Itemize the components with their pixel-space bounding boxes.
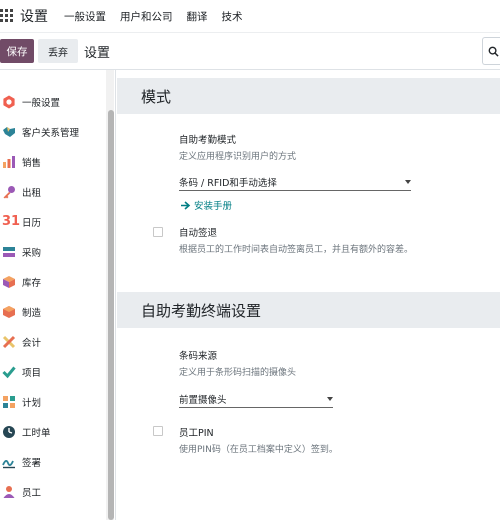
employee-pin-checkbox[interactable] — [153, 426, 163, 436]
auto-checkout-label: 自动签退 — [179, 228, 218, 239]
discard-button[interactable]: 丢弃 — [38, 39, 78, 63]
sidebar-item-label: 客户关系管理 — [22, 128, 80, 139]
calendar-icon: 31 — [2, 214, 21, 229]
settings-sidebar: 一般设置 客户关系管理 销售 出租 31 日历 采购 库存 制造 会计 项目 计… — [0, 70, 116, 520]
employee-pin-description: 使用PIN码（在员工档案中定义）签到。 — [179, 445, 338, 455]
sidebar-item-label: 项目 — [22, 368, 42, 379]
employees-icon — [3, 486, 15, 498]
menu-general-settings[interactable]: 一般设置 — [64, 9, 106, 24]
sidebar-scrollbar-thumb[interactable] — [108, 110, 114, 520]
sidebar-item-label: 日历 — [22, 218, 42, 229]
app-title[interactable]: 设置 — [20, 6, 48, 26]
sidebar-item-label: 库存 — [22, 278, 42, 289]
top-navbar: 设置 一般设置 用户和公司 翻译 技术 — [0, 0, 500, 33]
kiosk-mode-label: 自助考勤模式 — [179, 135, 237, 146]
menu-users-companies[interactable]: 用户和公司 — [120, 9, 173, 24]
auto-checkout-description: 根据员工的工作时间表自动签离员工，并且有额外的容差。 — [179, 245, 414, 255]
sidebar-item-inventory[interactable]: 库存 — [0, 270, 106, 294]
sidebar-item-label: 员工 — [22, 488, 42, 499]
section-header-mode: 模式 — [117, 78, 500, 114]
sidebar-item-manufacturing[interactable]: 制造 — [0, 300, 106, 324]
chevron-down-icon — [327, 397, 333, 401]
barcode-source-select[interactable]: 前置摄像头 — [179, 392, 333, 408]
sidebar-item-crm[interactable]: 客户关系管理 — [0, 120, 106, 144]
search-icon — [488, 46, 499, 57]
settings-content: 模式 自助考勤模式 定义应用程序识别用户的方式 条码 / RFID和手动选择 安… — [117, 70, 500, 520]
project-icon — [2, 366, 16, 379]
sidebar-item-label: 工时单 — [22, 428, 51, 439]
section-title: 模式 — [141, 88, 172, 106]
sidebar-item-label: 计划 — [22, 398, 42, 409]
inventory-icon — [3, 276, 15, 288]
sidebar-item-purchase[interactable]: 采购 — [0, 240, 106, 264]
kiosk-mode-value: 条码 / RFID和手动选择 — [179, 178, 277, 189]
search-input[interactable] — [482, 37, 500, 65]
manufacturing-icon — [3, 306, 15, 318]
arrow-right-icon — [181, 200, 191, 210]
sidebar-item-general-settings[interactable]: 一般设置 — [0, 90, 106, 114]
sidebar-item-label: 出租 — [22, 188, 42, 199]
sidebar-item-label: 销售 — [22, 158, 42, 169]
sidebar-item-label: 签署 — [22, 458, 42, 469]
sales-icon — [3, 156, 15, 168]
sidebar-item-label: 采购 — [22, 248, 42, 259]
sidebar-item-sales[interactable]: 销售 — [0, 150, 106, 174]
sidebar-item-calendar[interactable]: 31 日历 — [0, 210, 106, 234]
breadcrumb: 设置 — [84, 45, 111, 61]
barcode-source-value: 前置摄像头 — [179, 395, 227, 406]
install-manual-label: 安装手册 — [194, 201, 233, 212]
timesheet-icon — [3, 426, 15, 438]
apps-menu-icon[interactable] — [0, 9, 14, 23]
section-header-kiosk-settings: 自助考勤终端设置 — [117, 292, 500, 328]
kiosk-mode-select[interactable]: 条码 / RFID和手动选择 — [179, 175, 411, 191]
barcode-source-label: 条码来源 — [179, 351, 218, 362]
accounting-icon — [2, 335, 16, 349]
auto-checkout-checkbox[interactable] — [153, 227, 163, 237]
barcode-source-description: 定义用于条形码扫描的摄像头 — [179, 368, 297, 378]
menu-translations[interactable]: 翻译 — [187, 9, 208, 24]
sidebar-item-planning[interactable]: 计划 — [0, 390, 106, 414]
sidebar-item-timesheet[interactable]: 工时单 — [0, 420, 106, 444]
purchase-icon — [3, 247, 15, 257]
crm-icon — [3, 127, 15, 137]
sidebar-item-employees[interactable]: 员工 — [0, 480, 106, 504]
sidebar-item-rental[interactable]: 出租 — [0, 180, 106, 204]
chevron-down-icon — [405, 180, 411, 184]
general-settings-icon — [3, 95, 15, 109]
sidebar-item-label: 会计 — [22, 338, 42, 349]
menu-technical[interactable]: 技术 — [222, 9, 243, 24]
sidebar-item-label: 制造 — [22, 308, 42, 319]
sidebar-item-accounting[interactable]: 会计 — [0, 330, 106, 354]
employee-pin-label: 员工PIN — [179, 428, 214, 439]
sidebar-cut-off-item — [22, 70, 25, 75]
sidebar-item-sign[interactable]: 签署 — [0, 450, 106, 474]
sidebar-item-label: 一般设置 — [22, 98, 61, 109]
kiosk-mode-description: 定义应用程序识别用户的方式 — [179, 152, 297, 162]
sidebar-item-project[interactable]: 项目 — [0, 360, 106, 384]
save-button[interactable]: 保存 — [0, 39, 34, 63]
install-manual-link[interactable]: 安装手册 — [181, 198, 232, 212]
sign-icon — [2, 460, 15, 469]
control-panel: 保存 丢弃 设置 — [0, 33, 500, 70]
section-title: 自助考勤终端设置 — [141, 302, 262, 320]
planning-icon — [3, 396, 15, 408]
rental-icon — [3, 186, 15, 199]
